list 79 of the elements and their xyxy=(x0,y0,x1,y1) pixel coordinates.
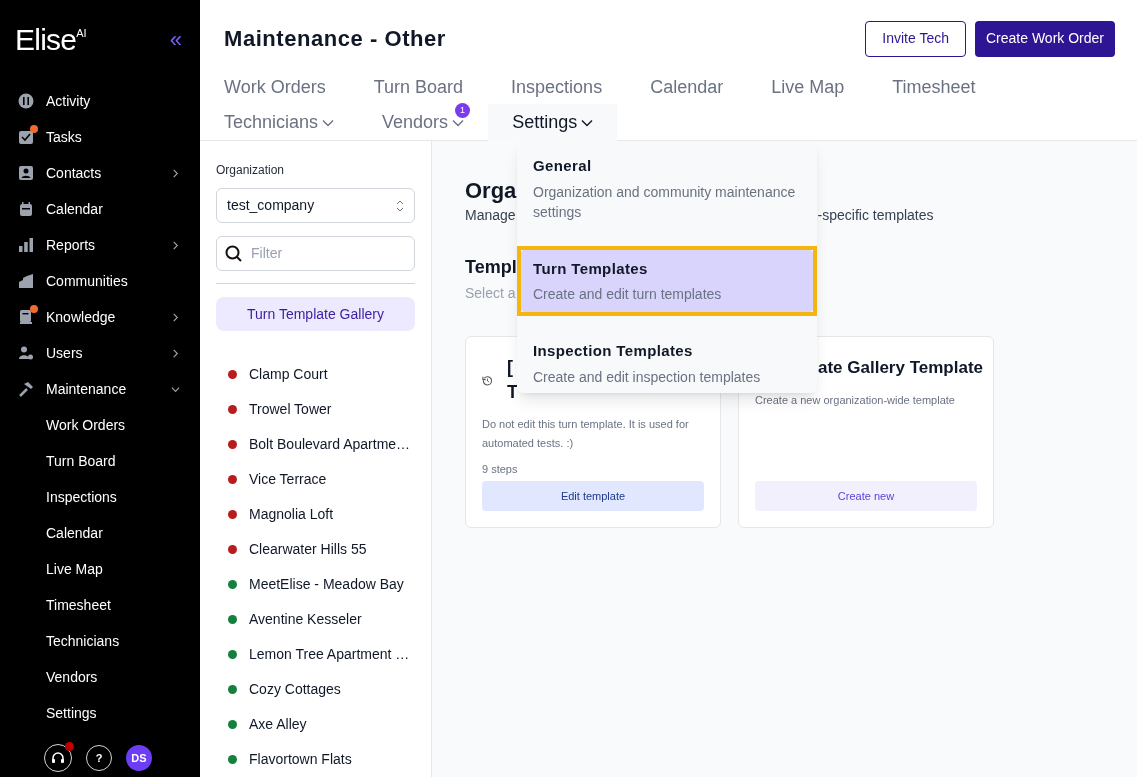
sidebar-subitem[interactable]: Timesheet xyxy=(46,594,111,616)
sort-icon xyxy=(396,199,404,212)
nav-tab[interactable]: Vendors 1 xyxy=(358,104,489,141)
community-item[interactable]: Flavortown Flats xyxy=(249,749,352,770)
nav-tab[interactable]: Work Orders xyxy=(200,73,350,101)
field-label: Organization xyxy=(216,162,286,179)
page-heading: Orga xyxy=(465,177,517,205)
card-title: T xyxy=(507,381,518,404)
users-icon xyxy=(18,345,34,361)
section-title: Templ xyxy=(465,256,517,279)
create-work-order-button[interactable]: Create Work Order xyxy=(975,20,1115,57)
edit-template-button[interactable]: Edit template xyxy=(482,481,704,511)
book-icon xyxy=(18,309,34,325)
contact-card-icon xyxy=(18,165,34,181)
sidebar-subitem[interactable]: Inspections xyxy=(46,486,117,508)
sidebar-subitem[interactable]: Vendors xyxy=(46,666,98,688)
sidebar-item[interactable]: Tasks xyxy=(46,126,82,148)
community-item[interactable]: Aventine Kesseler xyxy=(249,609,362,630)
community-item[interactable]: Axe Alley xyxy=(249,714,307,735)
sidebar-item[interactable]: Communities xyxy=(46,270,128,292)
community-item[interactable]: Bolt Boulevard Apartme… xyxy=(249,434,411,455)
nav-tab[interactable]: Calendar xyxy=(626,73,748,101)
sidebar-item[interactable]: Reports xyxy=(46,234,96,256)
subtitle-text: -specific templates xyxy=(817,206,934,225)
sidebar-subitem[interactable]: Settings xyxy=(46,702,97,724)
count-badge: 1 xyxy=(455,103,471,118)
invite-tech-button[interactable]: Invite Tech xyxy=(865,20,966,57)
hammer-icon xyxy=(18,381,34,397)
sidebar-item[interactable]: Contacts xyxy=(46,162,102,184)
sidebar-item[interactable]: Users xyxy=(46,342,83,364)
community-item[interactable]: Clamp Court xyxy=(249,364,328,385)
step-count: 9 steps xyxy=(482,462,519,477)
nav-tab[interactable]: Live Map xyxy=(747,73,869,101)
community-item[interactable]: Clearwater Hills 55 xyxy=(249,539,367,560)
card-title: ate Gallery Template xyxy=(818,357,984,379)
calendar-icon xyxy=(18,201,34,217)
gallery-button[interactable]: Turn Template Gallery xyxy=(216,297,415,331)
bar-chart-icon xyxy=(18,237,34,253)
sidebar-subitem[interactable]: Technicians xyxy=(46,630,120,652)
create-new-button[interactable]: Create new xyxy=(755,481,977,511)
history-icon xyxy=(482,374,493,386)
buildings-icon xyxy=(18,273,34,289)
card-description: Create a new organization-wide template xyxy=(755,392,955,407)
organization-select[interactable]: test_company xyxy=(216,188,415,223)
menu-item[interactable]: Turn Templates Create and edit turn templates xyxy=(521,249,813,312)
sidebar-subitem[interactable]: Work Orders xyxy=(46,414,126,436)
nav-tab[interactable]: Turn Board xyxy=(349,73,488,101)
sidebar-subitem[interactable]: Turn Board xyxy=(46,450,116,472)
sidebar-subitem[interactable]: Live Map xyxy=(46,558,103,580)
community-item[interactable]: Cozy Cottages xyxy=(249,679,341,700)
community-item[interactable]: MeetElise - Meadow Bay xyxy=(249,574,404,595)
community-item[interactable]: Vice Terrace xyxy=(249,469,327,490)
checkbox-icon xyxy=(18,129,34,145)
filter-field[interactable]: Filter xyxy=(216,236,415,271)
card-title: [ xyxy=(507,356,514,379)
nav-tab[interactable]: Technicians xyxy=(200,104,359,141)
nav-tab[interactable]: Settings xyxy=(488,104,618,141)
filter-input[interactable]: Filter xyxy=(251,243,406,264)
collapse-button[interactable]: « xyxy=(169,28,182,51)
menu-item[interactable]: Inspection Templates Create and edit inspection templates xyxy=(521,340,813,387)
sidebar-item[interactable]: Maintenance xyxy=(46,378,127,400)
community-item[interactable]: Magnolia Loft xyxy=(249,504,334,525)
search-icon xyxy=(225,244,243,263)
headset-icon xyxy=(51,751,65,765)
page-title: Maintenance - Other xyxy=(224,25,446,53)
nav-tab[interactable]: Inspections xyxy=(487,73,627,101)
section-subtitle: Select a xyxy=(465,284,516,303)
community-item[interactable]: Trowel Tower xyxy=(249,399,332,420)
menu-item[interactable]: General Organization and community maintenance settings xyxy=(521,155,813,222)
sidebar-item[interactable]: Knowledge xyxy=(46,306,116,328)
subtitle-text: Manage xyxy=(465,206,516,225)
sidebar-subitem[interactable]: Calendar xyxy=(46,522,103,544)
card-description: Do not edit this turn template. It is used for automated tests. :) xyxy=(482,417,690,451)
nav-tab[interactable]: Timesheet xyxy=(868,73,1000,101)
user-avatar[interactable]: DS xyxy=(126,745,152,771)
sidebar-item[interactable]: Activity xyxy=(46,90,91,112)
community-item[interactable]: Lemon Tree Apartment … xyxy=(249,644,410,665)
activity-icon xyxy=(18,93,34,109)
sidebar-item[interactable]: Calendar xyxy=(46,198,103,220)
